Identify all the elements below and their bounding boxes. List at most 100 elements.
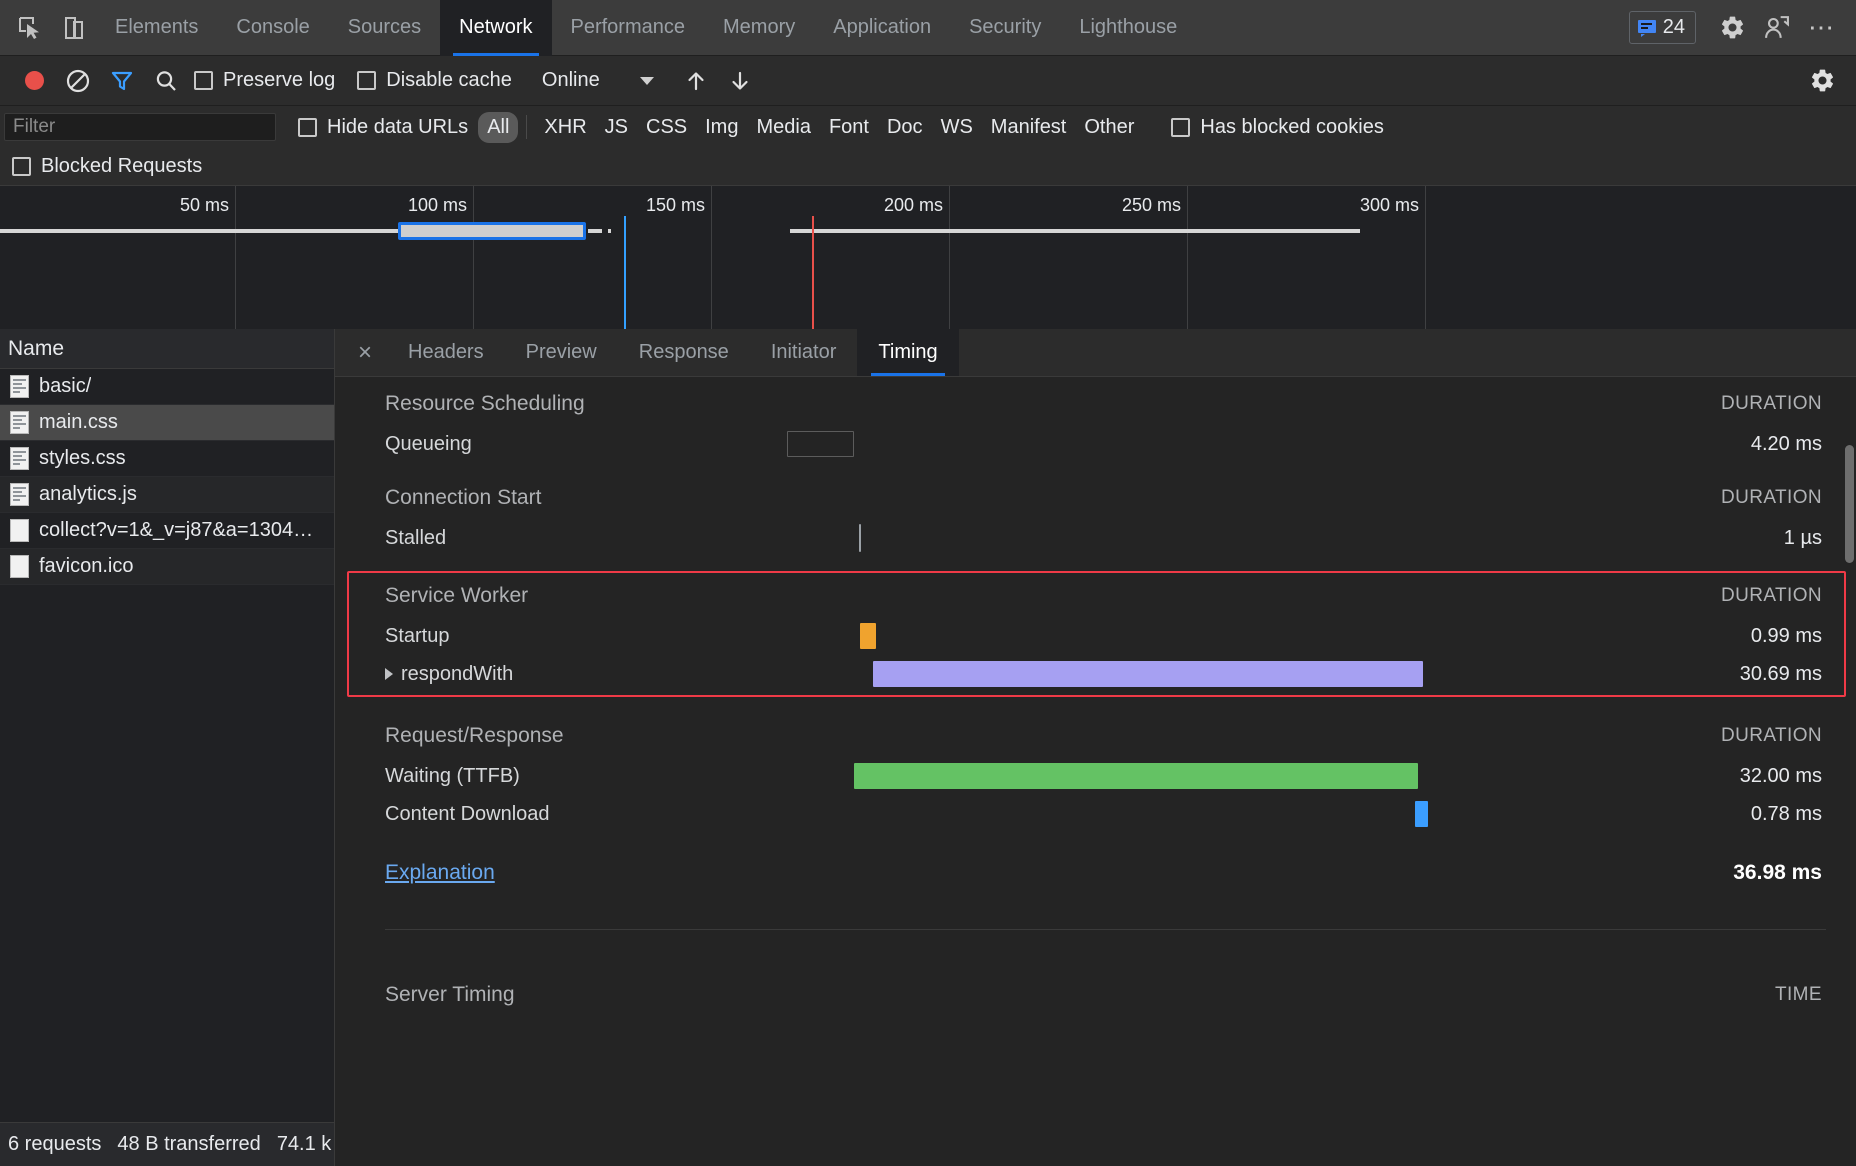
hide-data-urls-checkbox[interactable]: Hide data URLs [298, 116, 468, 139]
import-har-button[interactable] [674, 59, 718, 103]
filter-button[interactable] [100, 59, 144, 103]
network-settings-button[interactable] [1800, 59, 1844, 103]
timing-row-stalled: Stalled 1 µs [359, 519, 1852, 557]
timing-row-queueing: Queueing 4.20 ms [359, 425, 1852, 463]
tab-label: Lighthouse [1079, 16, 1177, 39]
tab-label: Application [833, 16, 931, 39]
filter-divider [526, 115, 527, 139]
filter-type-img[interactable]: Img [696, 112, 747, 143]
tab-label: Network [459, 16, 532, 39]
timing-row-track [715, 622, 1677, 650]
kebab-menu-icon[interactable]: ⋯ [1798, 12, 1846, 43]
record-indicator [25, 71, 44, 90]
blank-document-icon [10, 519, 29, 542]
filter-type-media[interactable]: Media [747, 112, 819, 143]
filter-type-js[interactable]: JS [596, 112, 637, 143]
hide-data-urls-label: Hide data URLs [327, 116, 468, 139]
search-button[interactable] [144, 59, 188, 103]
timing-row-duration: 32.00 ms [1677, 765, 1822, 788]
tab-memory[interactable]: Memory [704, 0, 814, 56]
filter-type-ws[interactable]: WS [932, 112, 982, 143]
status-transferred: 48 B transferred [117, 1133, 260, 1156]
tab-application[interactable]: Application [814, 0, 950, 56]
export-har-button[interactable] [718, 59, 762, 103]
document-icon [10, 411, 29, 434]
request-row-main-css[interactable]: main.css [0, 405, 334, 441]
expand-triangle-icon[interactable] [385, 668, 393, 680]
blocked-requests-label: Blocked Requests [41, 155, 202, 178]
filter-type-xhr[interactable]: XHR [535, 112, 595, 143]
person-icon[interactable] [1754, 6, 1798, 50]
request-name: basic/ [39, 375, 91, 398]
timing-scrollbar-thumb[interactable] [1845, 445, 1854, 563]
detail-tab-label: Preview [526, 341, 597, 364]
record-button[interactable] [12, 59, 56, 103]
timing-breakdown: Resource Scheduling DURATION Queueing 4.… [335, 377, 1856, 1166]
request-row-collect[interactable]: collect?v=1&_v=j87&a=1304… [0, 513, 334, 549]
inspect-element-icon[interactable] [8, 6, 52, 50]
timing-section-header: Request/Response DURATION [359, 715, 1852, 757]
tab-security[interactable]: Security [950, 0, 1060, 56]
gear-icon[interactable] [1710, 6, 1754, 50]
filter-type-other[interactable]: Other [1075, 112, 1143, 143]
device-toolbar-icon[interactable] [52, 6, 96, 50]
network-status-bar: 6 requests 48 B transferred 74.1 k [0, 1122, 334, 1166]
overview-selection-window[interactable] [398, 222, 586, 240]
chevron-down-icon [640, 77, 654, 85]
network-overview-timeline[interactable]: 50 ms 100 ms 150 ms 200 ms 250 ms 300 ms [0, 186, 1856, 329]
filter-type-font[interactable]: Font [820, 112, 878, 143]
tab-response[interactable]: Response [618, 329, 750, 376]
request-row-basic[interactable]: basic/ [0, 369, 334, 405]
timing-separator [385, 929, 1826, 930]
filter-type-manifest[interactable]: Manifest [982, 112, 1076, 143]
has-blocked-cookies-checkbox[interactable]: Has blocked cookies [1171, 116, 1383, 139]
document-icon [10, 375, 29, 398]
filter-type-css[interactable]: CSS [637, 112, 696, 143]
blocked-requests-checkbox[interactable]: Blocked Requests [12, 155, 202, 178]
filter-type-doc[interactable]: Doc [878, 112, 932, 143]
tab-timing[interactable]: Timing [857, 329, 958, 376]
filter-type-label: Media [756, 116, 810, 138]
timing-section-title: Resource Scheduling [385, 392, 585, 416]
close-icon[interactable]: × [343, 329, 387, 376]
tab-sources[interactable]: Sources [329, 0, 440, 56]
timing-row-respondwith[interactable]: respondWith 30.69 ms [359, 655, 1852, 693]
throttling-select[interactable]: Online [532, 64, 662, 98]
timing-row-waiting-ttfb: Waiting (TTFB) 32.00 ms [359, 757, 1852, 795]
timing-total-duration: 36.98 ms [1733, 861, 1822, 885]
detail-tab-label: Response [639, 341, 729, 364]
filter-input[interactable] [4, 113, 276, 141]
issues-badge[interactable]: 24 [1629, 11, 1696, 44]
disable-cache-checkbox[interactable]: Disable cache [357, 69, 512, 92]
filter-row: Hide data URLs All XHR JS CSS Img Media … [0, 106, 1856, 148]
clear-button[interactable] [56, 59, 100, 103]
overview-request-bar [588, 229, 602, 233]
tab-initiator[interactable]: Initiator [750, 329, 858, 376]
request-row-favicon[interactable]: favicon.ico [0, 549, 334, 585]
filter-type-label: All [487, 116, 509, 138]
tab-lighthouse[interactable]: Lighthouse [1060, 0, 1196, 56]
tab-console[interactable]: Console [217, 0, 328, 56]
timing-row-label: Stalled [385, 527, 715, 550]
tab-elements[interactable]: Elements [96, 0, 217, 56]
request-row-styles-css[interactable]: styles.css [0, 441, 334, 477]
request-list-header[interactable]: Name [0, 329, 334, 369]
tab-preview[interactable]: Preview [505, 329, 618, 376]
request-row-analytics-js[interactable]: analytics.js [0, 477, 334, 513]
filter-type-all[interactable]: All [478, 112, 518, 143]
tab-headers[interactable]: Headers [387, 329, 505, 376]
blocked-requests-row: Blocked Requests [0, 148, 1856, 186]
request-name: collect?v=1&_v=j87&a=1304… [39, 519, 313, 542]
load-event-marker [812, 216, 814, 329]
explanation-link[interactable]: Explanation [385, 861, 495, 885]
network-toolbar: Preserve log Disable cache Online [0, 56, 1856, 106]
tab-label: Sources [348, 16, 421, 39]
timing-row-track [715, 660, 1677, 688]
column-header-name: Name [8, 337, 64, 361]
timing-row-track [715, 800, 1677, 828]
document-icon [10, 483, 29, 506]
preserve-log-checkbox[interactable]: Preserve log [194, 69, 335, 92]
request-name: favicon.ico [39, 555, 134, 578]
tab-performance[interactable]: Performance [552, 0, 705, 56]
tab-network[interactable]: Network [440, 0, 551, 56]
